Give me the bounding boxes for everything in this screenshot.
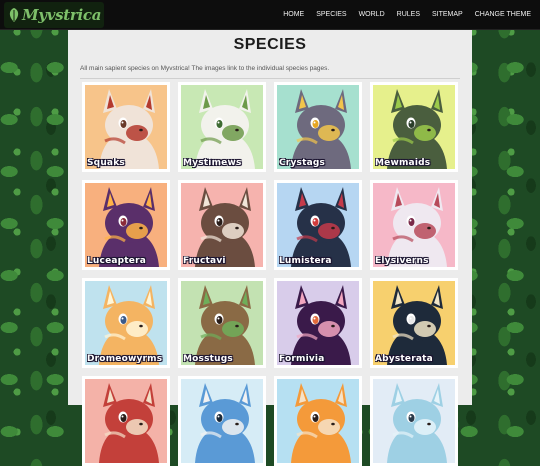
species-card-mystimews[interactable]: Mystimews [178,82,266,172]
species-name-label: Squaks [87,158,125,168]
species-card-unnamed-16[interactable] [370,376,458,466]
species-card-unnamed-14[interactable] [178,376,266,466]
species-name-label: Crystags [279,158,326,168]
species-name-label: Dromeowyrms [87,354,163,364]
species-portrait-image [85,85,167,169]
species-portrait-image [373,183,455,267]
top-navbar: Myvstrica HOME SPECIES WORLD RULES SITEM… [0,0,540,30]
species-name-label: Mosstugs [183,354,233,364]
species-card-unnamed-13[interactable] [82,376,170,466]
species-portrait-image [181,281,263,365]
species-name-label: Fructavi [183,256,226,266]
main-nav: HOME SPECIES WORLD RULES SITEMAP CHANGE … [276,8,536,21]
species-name-label: Luceaptera [87,256,147,266]
divider [80,78,460,79]
nav-home[interactable]: HOME [278,8,309,21]
page-intro: All main sapient species on Myvstrica! T… [80,65,330,72]
species-card-crystags[interactable]: Crystags [274,82,362,172]
species-name-label: Mystimews [183,158,242,168]
species-card-elysiverns[interactable]: Elysiverns [370,180,458,270]
species-name-label: Abysterata [375,354,433,364]
species-name-label: Lumistera [279,256,332,266]
species-card-formivia[interactable]: Formivia [274,278,362,368]
species-portrait-image [277,281,359,365]
species-portrait-image [277,183,359,267]
nav-sitemap[interactable]: SITEMAP [427,8,468,21]
species-card-luceaptera[interactable]: Luceaptera [82,180,170,270]
page-title: SPECIES [233,36,307,53]
species-portrait-image [85,379,167,463]
species-portrait-image [373,379,455,463]
species-name-label: Formivia [279,354,325,364]
species-portrait-image [277,85,359,169]
species-card-mosstugs[interactable]: Mosstugs [178,278,266,368]
site-logo-text: Myvstrica [22,5,102,24]
nav-species[interactable]: SPECIES [311,8,351,21]
nav-change-theme[interactable]: CHANGE THEME [470,8,536,21]
nav-rules[interactable]: RULES [392,8,425,21]
content-panel: SPECIES All main sapient species on Myvs… [68,30,472,466]
species-grid: Squaks Mystimews Crystags Mewmaids Luceapter… [82,82,458,466]
site-logo[interactable]: Myvstrica [4,1,105,28]
species-portrait-image [181,183,263,267]
species-portrait-image [181,85,263,169]
species-portrait-image [373,85,455,169]
species-card-fructavi[interactable]: Fructavi [178,180,266,270]
species-card-squaks[interactable]: Squaks [82,82,170,172]
nav-world[interactable]: WORLD [354,8,390,21]
species-portrait-image [85,183,167,267]
species-portrait-image [373,281,455,365]
species-name-label: Mewmaids [375,158,431,168]
species-card-unnamed-15[interactable] [274,376,362,466]
species-card-abysterata[interactable]: Abysterata [370,278,458,368]
species-name-label: Elysiverns [375,256,429,266]
species-portrait-image [277,379,359,463]
species-card-dromeowyrms[interactable]: Dromeowyrms [82,278,170,368]
species-card-mewmaids[interactable]: Mewmaids [370,82,458,172]
species-card-lumistera[interactable]: Lumistera [274,180,362,270]
species-portrait-image [181,379,263,463]
species-portrait-image [85,281,167,365]
leaf-logo-icon [9,7,19,22]
